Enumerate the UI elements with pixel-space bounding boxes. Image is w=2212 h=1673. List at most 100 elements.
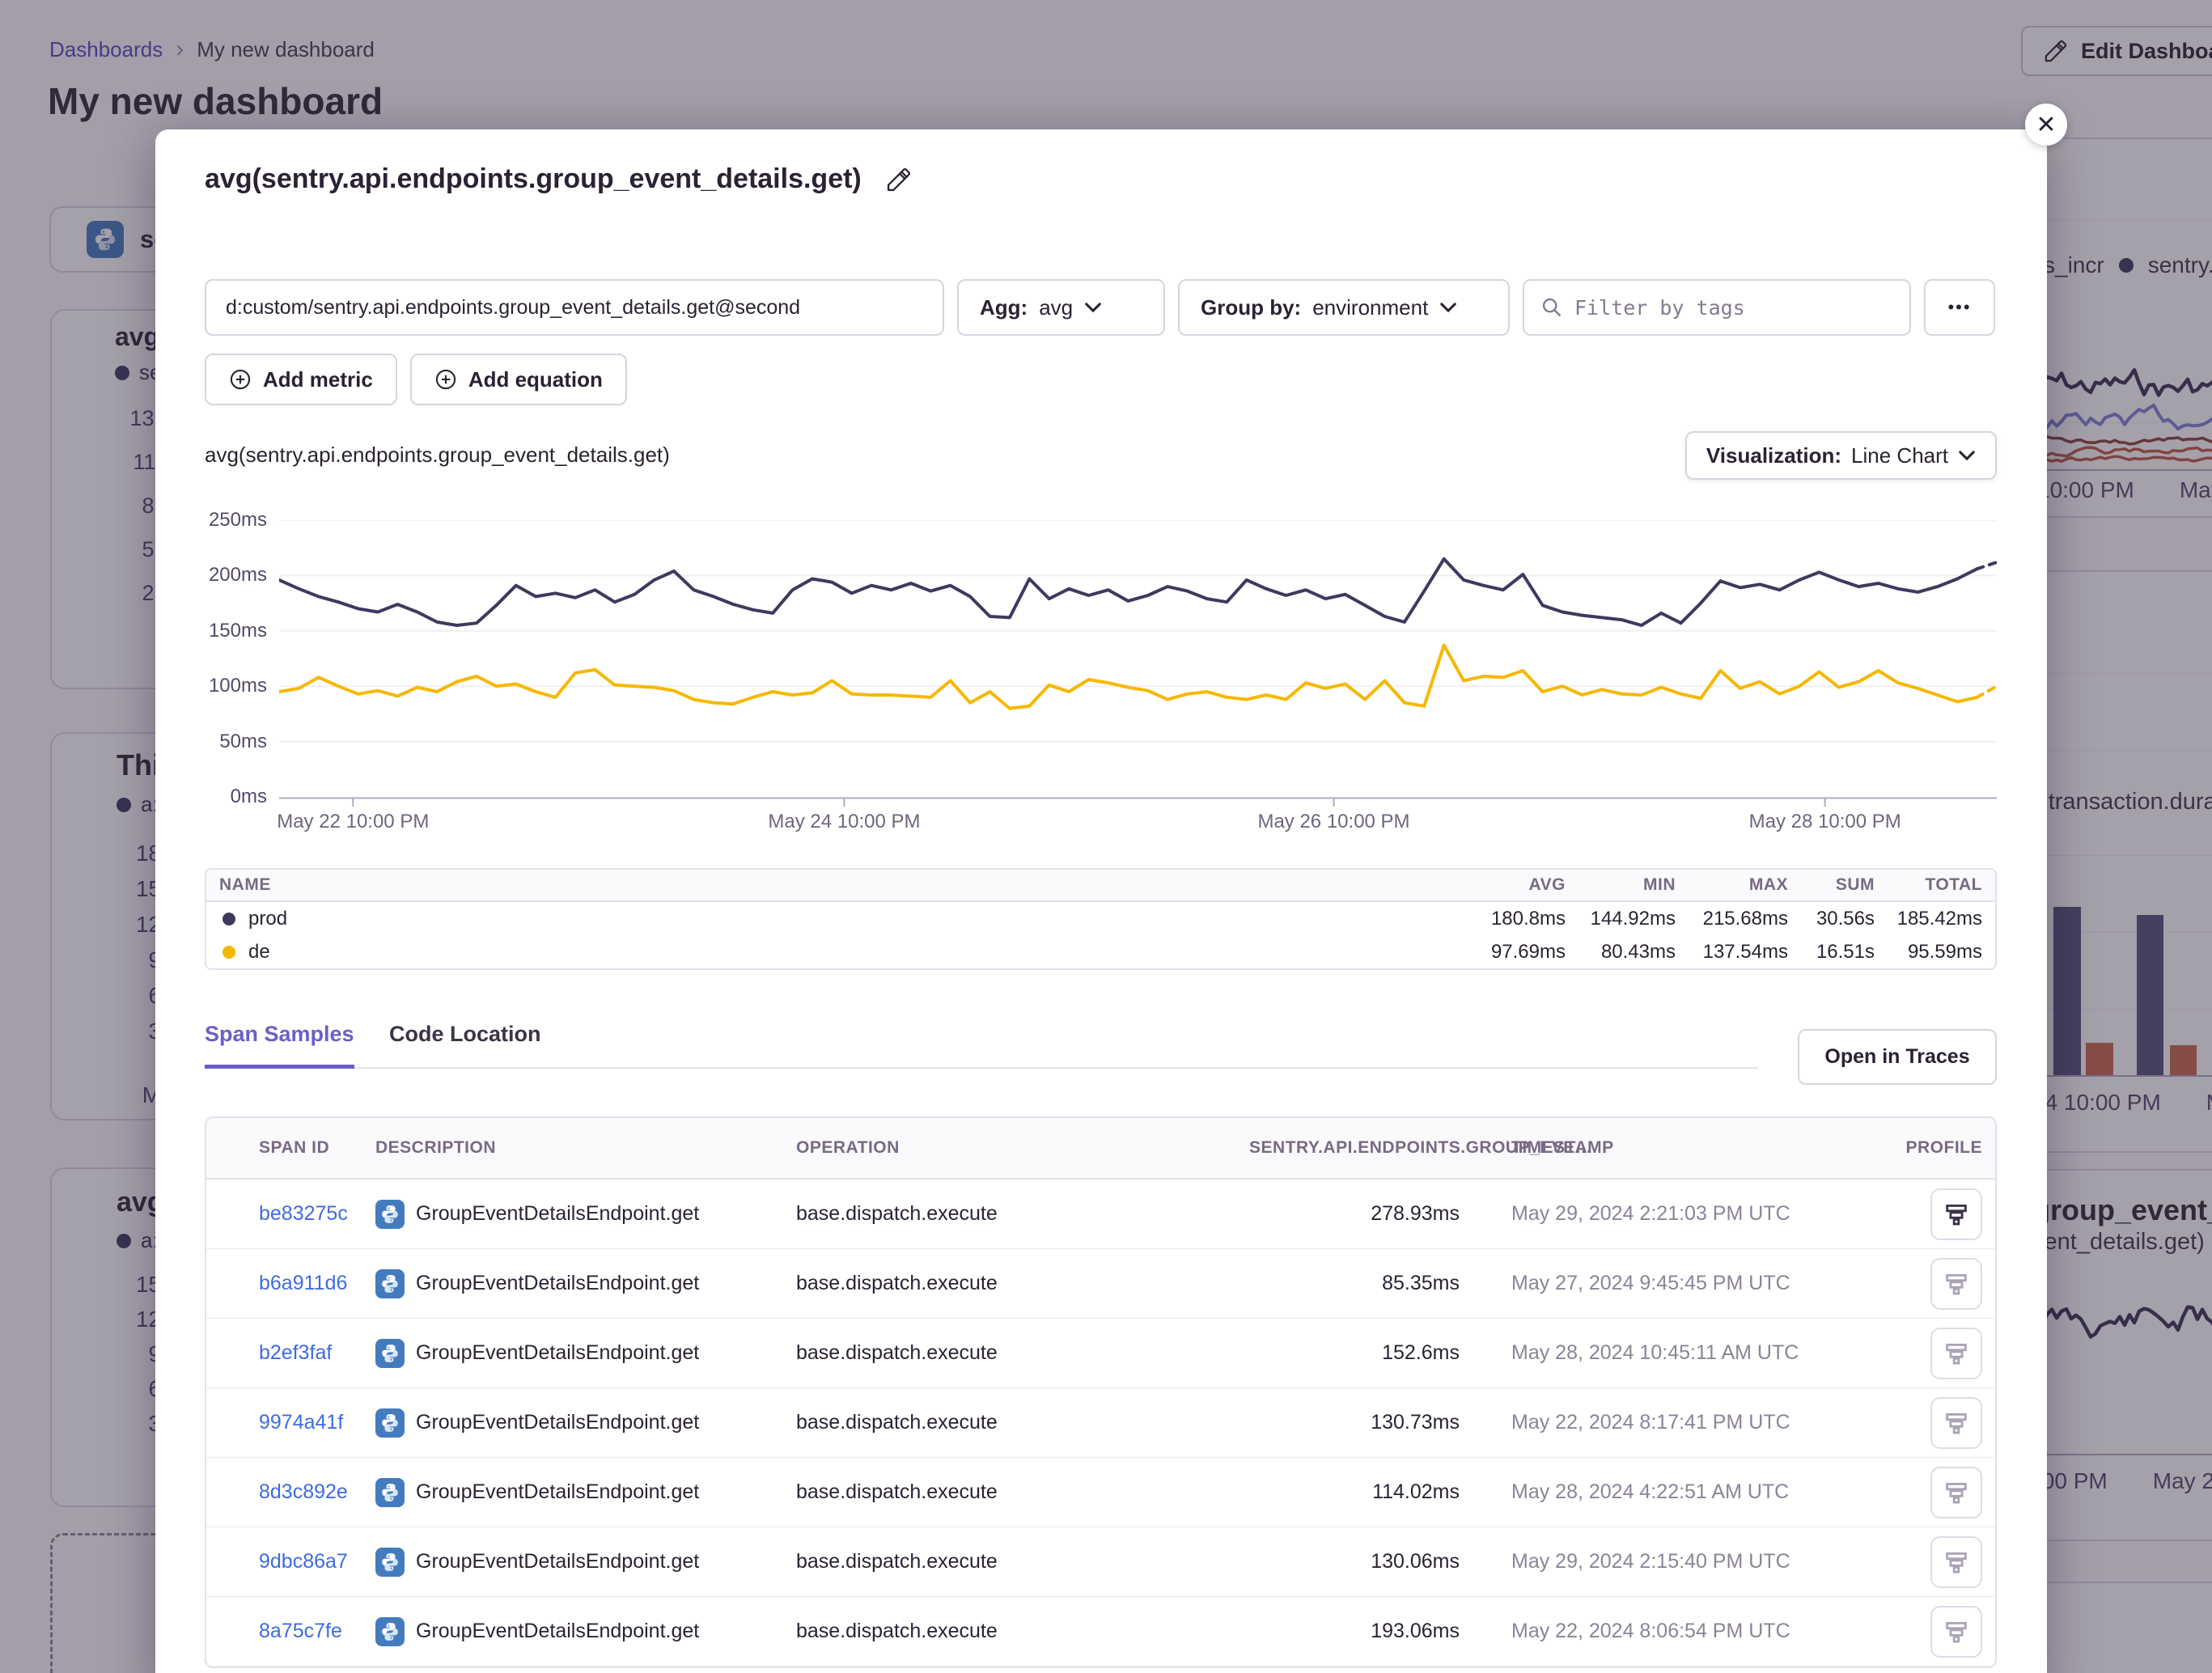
operation-cell: base.dispatch.execute: [796, 1550, 1249, 1573]
group-by-dropdown[interactable]: Group by: environment: [1178, 279, 1510, 336]
samples-table-header: SPAN IDDESCRIPTIONOPERATIONSENTRY.API.EN…: [206, 1118, 1995, 1180]
summary-value: 137.54ms: [1676, 941, 1788, 964]
summary-header-cell: SUM: [1788, 875, 1875, 895]
profile-button[interactable]: [1930, 1258, 1982, 1310]
span-description: GroupEventDetailsEndpoint.get: [416, 1272, 699, 1295]
operation-cell: base.dispatch.execute: [796, 1341, 1249, 1365]
chevron-down-icon: [1958, 450, 1976, 461]
summary-value: 97.69ms: [1452, 941, 1566, 964]
tab-span-samples[interactable]: Span Samples: [205, 1022, 354, 1069]
span-id-link[interactable]: b6a911d6: [259, 1272, 347, 1294]
python-icon: [375, 1200, 405, 1229]
series-summary-table: NAMEAVGMINMAXSUMTOTAL prod180.8ms144.92m…: [205, 868, 1997, 970]
duration-cell: 193.06ms: [1249, 1620, 1460, 1643]
y-axis-label: 150ms: [155, 620, 267, 642]
open-in-traces-button[interactable]: Open in Traces: [1798, 1029, 1997, 1085]
aggregation-dropdown[interactable]: Agg: avg: [957, 279, 1165, 336]
aggregation-value: avg: [1039, 295, 1073, 320]
profile-button[interactable]: [1930, 1188, 1982, 1240]
python-icon: [375, 1339, 405, 1368]
flamegraph-icon: [1943, 1618, 1970, 1645]
span-id-link[interactable]: 8a75c7fe: [259, 1620, 342, 1642]
x-axis-label: May 28 10:00 PM: [1712, 811, 1939, 833]
samples-header-cell: SPAN ID: [259, 1138, 375, 1158]
tag-filter-field: [1523, 279, 1911, 336]
metric-line-chart: [279, 520, 1997, 808]
summary-header-cell: AVG: [1452, 875, 1566, 895]
samples-header-cell: OPERATION: [796, 1138, 1249, 1158]
close-icon[interactable]: ✕: [2025, 104, 2067, 146]
table-row: 8d3c892eGroupEventDetailsEndpoint.getbas…: [206, 1458, 1995, 1527]
samples-header-cell: SENTRY.API.ENDPOINTS.GROUP_EVE…: [1249, 1138, 1460, 1158]
profile-button[interactable]: [1930, 1536, 1982, 1588]
summary-row: de97.69ms80.43ms137.54ms16.51s95.59ms: [206, 935, 1995, 968]
group-by-label: Group by:: [1201, 295, 1301, 320]
add-metric-button[interactable]: Add metric: [205, 354, 397, 405]
overflow-icon: •••: [1947, 297, 1971, 318]
summary-value: 30.56s: [1788, 908, 1875, 930]
duration-cell: 130.73ms: [1249, 1411, 1460, 1434]
table-row: b2ef3fafGroupEventDetailsEndpoint.getbas…: [206, 1319, 1995, 1388]
summary-row: prod180.8ms144.92ms215.68ms30.56s185.42m…: [206, 902, 1995, 935]
metric-query-input[interactable]: [205, 279, 944, 336]
operation-cell: base.dispatch.execute: [796, 1620, 1249, 1643]
y-axis-label: 100ms: [155, 675, 267, 697]
span-description: GroupEventDetailsEndpoint.get: [416, 1480, 699, 1504]
metric-details-modal: avg(sentry.api.endpoints.group_event_det…: [155, 129, 2047, 1673]
timestamp-cell: May 28, 2024 10:45:11 AM UTC: [1511, 1341, 1900, 1365]
visualization-label: Visualization:: [1706, 443, 1841, 468]
series-color-dot: [222, 946, 235, 959]
span-id-link[interactable]: 9974a41f: [259, 1411, 343, 1434]
span-description: GroupEventDetailsEndpoint.get: [416, 1550, 699, 1573]
series-name-cell: prod: [219, 908, 1452, 930]
plus-circle-icon: [434, 368, 457, 391]
chart-title: avg(sentry.api.endpoints.group_event_det…: [205, 443, 670, 468]
timestamp-cell: May 28, 2024 4:22:51 AM UTC: [1511, 1480, 1900, 1504]
flamegraph-icon: [1943, 1201, 1970, 1228]
profile-button[interactable]: [1930, 1328, 1982, 1379]
summary-value: 144.92ms: [1566, 908, 1676, 930]
y-axis-label: 0ms: [155, 786, 267, 808]
x-axis-label: May 24 10:00 PM: [731, 811, 957, 833]
add-equation-button[interactable]: Add equation: [410, 354, 627, 405]
chevron-down-icon: [1084, 302, 1102, 313]
profile-button[interactable]: [1930, 1606, 1982, 1658]
series-name: de: [248, 941, 270, 964]
timestamp-cell: May 27, 2024 9:45:45 PM UTC: [1511, 1272, 1900, 1295]
y-axis-label: 50ms: [155, 731, 267, 753]
add-metric-label: Add metric: [263, 367, 373, 392]
span-id-link[interactable]: be83275c: [259, 1202, 348, 1225]
visualization-dropdown[interactable]: Visualization: Line Chart: [1685, 431, 1997, 480]
python-icon: [375, 1269, 405, 1298]
flamegraph-icon: [1943, 1409, 1970, 1437]
tag-filter-input[interactable]: [1574, 296, 1893, 320]
series-name-cell: de: [219, 941, 1452, 964]
profile-button[interactable]: [1930, 1467, 1982, 1518]
search-icon: [1540, 296, 1563, 319]
table-row: b6a911d6GroupEventDetailsEndpoint.getbas…: [206, 1249, 1995, 1319]
span-id-link[interactable]: 8d3c892e: [259, 1480, 348, 1503]
summary-value: 215.68ms: [1676, 908, 1788, 930]
summary-header-cell: TOTAL: [1875, 875, 1982, 895]
flamegraph-icon: [1943, 1270, 1970, 1298]
duration-cell: 278.93ms: [1249, 1202, 1460, 1226]
table-row: 9974a41fGroupEventDetailsEndpoint.getbas…: [206, 1388, 1995, 1458]
summary-value: 95.59ms: [1875, 941, 1982, 964]
summary-value: 16.51s: [1788, 941, 1875, 964]
edit-title-pencil-icon[interactable]: [886, 167, 912, 193]
span-id-link[interactable]: 9dbc86a7: [259, 1550, 348, 1573]
add-equation-label: Add equation: [468, 367, 603, 392]
flamegraph-icon: [1943, 1548, 1970, 1576]
python-icon: [375, 1478, 405, 1507]
y-axis-label: 250ms: [155, 509, 267, 532]
summary-value: 185.42ms: [1875, 908, 1982, 930]
group-by-value: environment: [1312, 295, 1428, 320]
span-description: GroupEventDetailsEndpoint.get: [416, 1620, 699, 1643]
visualization-value: Line Chart: [1851, 443, 1948, 468]
span-id-link[interactable]: b2ef3faf: [259, 1341, 332, 1364]
overflow-menu-button[interactable]: •••: [1924, 279, 1995, 336]
summary-header-cell: MAX: [1676, 875, 1788, 895]
tab-code-location[interactable]: Code Location: [389, 1022, 541, 1069]
summary-value: 180.8ms: [1452, 908, 1566, 930]
profile-button[interactable]: [1930, 1397, 1982, 1449]
